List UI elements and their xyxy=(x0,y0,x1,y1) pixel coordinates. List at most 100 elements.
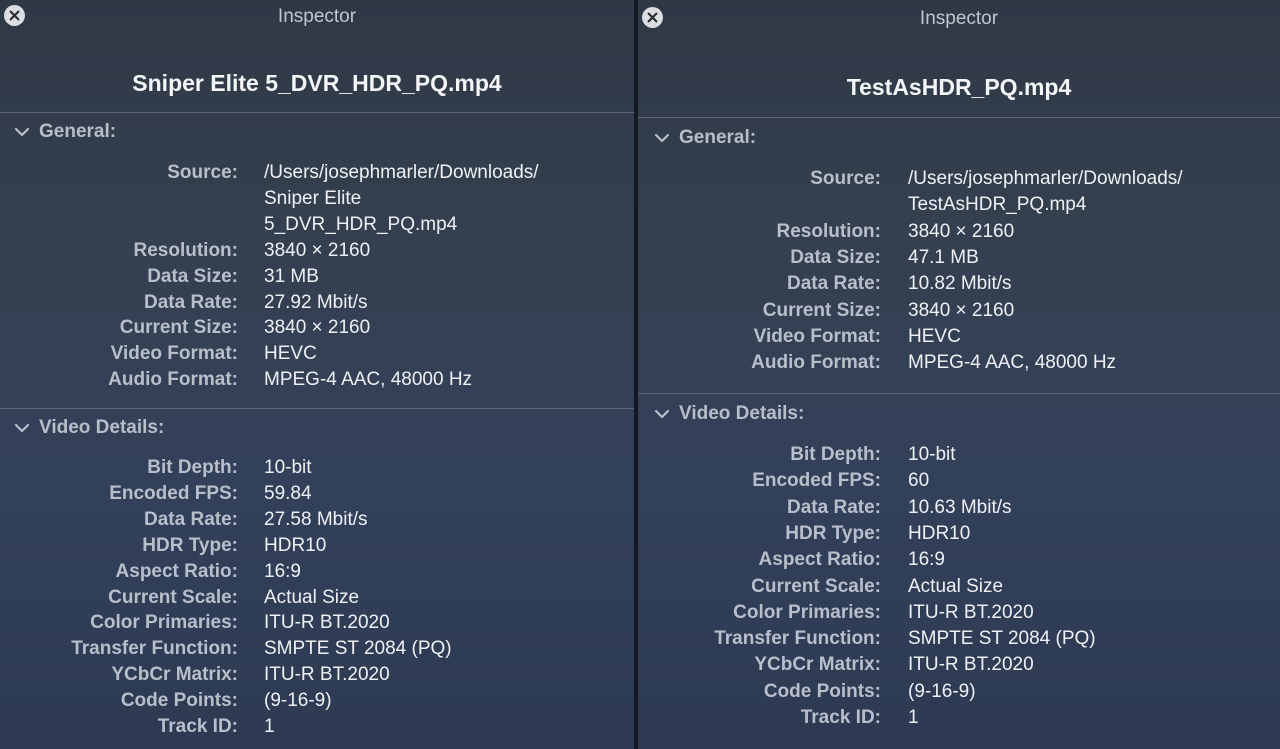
property-label: Data Size: xyxy=(147,265,238,287)
property-value: 10.63 Mbit/s xyxy=(908,496,1012,518)
property-row: Aspect Ratio: 16:9 xyxy=(638,549,1280,575)
property-label: Color Primaries: xyxy=(733,601,881,623)
property-value: 27.92 Mbit/s xyxy=(264,291,368,313)
property-row: Encoded FPS: 60 xyxy=(638,470,1280,496)
property-label: YCbCr Matrix: xyxy=(754,654,881,676)
title-bar: Inspector xyxy=(638,0,1280,34)
property-row: YCbCr Matrix: ITU-R BT.2020 xyxy=(638,654,1280,680)
video-details-heading: Video Details: xyxy=(679,403,805,424)
property-value: Actual Size xyxy=(264,586,360,608)
property-label: Resolution: xyxy=(776,220,882,242)
property-row: Current Scale: Actual Size xyxy=(0,587,634,613)
property-value: ITU-R BT.2020 xyxy=(908,654,1034,676)
property-value: MPEG-4 AAC, 48000 Hz xyxy=(908,352,1117,374)
property-label: Video Format: xyxy=(753,325,881,347)
property-value: 1 xyxy=(908,707,919,728)
property-value: 47.1 MB xyxy=(908,246,979,268)
property-row: Source: /Users/josephmarler/Downloads/ xyxy=(0,162,634,188)
property-row: Aspect Ratio: 16:9 xyxy=(0,561,634,587)
property-row: Transfer Function: SMPTE ST 2084 (PQ) xyxy=(0,638,634,664)
divider xyxy=(638,393,1280,394)
property-label: Encoded FPS: xyxy=(109,482,238,504)
property-value: 5_DVR_HDR_PQ.mp4 xyxy=(264,213,458,235)
property-label: Source: xyxy=(167,162,238,183)
property-value: SMPTE ST 2084 (PQ) xyxy=(908,628,1096,650)
property-value: 1 xyxy=(264,716,275,737)
property-value: 3840 × 2160 xyxy=(908,299,1015,321)
property-row: Resolution: 3840 × 2160 xyxy=(638,221,1280,247)
video-details-section-toggle[interactable]: Video Details: xyxy=(654,403,804,425)
property-label: Data Rate: xyxy=(787,273,881,295)
property-value: ITU-R BT.2020 xyxy=(264,664,390,686)
file-name: TestAsHDR_PQ.mp4 xyxy=(846,74,1072,100)
property-value: Sniper Elite xyxy=(264,187,362,209)
property-row: Source: /Users/josephmarler/Downloads/ xyxy=(638,168,1280,194)
property-row: Video Format: HEVC xyxy=(0,343,634,369)
property-row: Bit Depth: 10-bit xyxy=(638,444,1280,470)
property-label: Current Size: xyxy=(119,317,238,339)
property-value: ITU-R BT.2020 xyxy=(264,612,390,634)
general-heading: General: xyxy=(679,127,757,148)
property-label: Data Rate: xyxy=(144,291,238,313)
property-row: Sniper Elite xyxy=(0,188,634,214)
property-label: Transfer Function: xyxy=(71,638,238,660)
property-label: Data Rate: xyxy=(787,496,881,518)
property-label: HDR Type: xyxy=(142,534,238,556)
chevron-down-icon xyxy=(654,409,670,419)
property-row: YCbCr Matrix: ITU-R BT.2020 xyxy=(0,664,634,690)
property-row: Resolution: 3840 × 2160 xyxy=(0,240,634,266)
property-label: Audio Format: xyxy=(108,369,238,391)
property-label: Color Primaries: xyxy=(90,612,238,634)
general-section-toggle[interactable]: General: xyxy=(14,121,116,143)
property-value: 10.82 Mbit/s xyxy=(908,273,1012,295)
video-details-section-toggle[interactable]: Video Details: xyxy=(14,417,164,439)
divider xyxy=(638,117,1280,118)
property-label: Bit Depth: xyxy=(790,444,881,465)
property-value: 3840 × 2160 xyxy=(908,220,1015,242)
property-label: Data Rate: xyxy=(144,508,238,530)
property-row: Data Rate: 27.58 Mbit/s xyxy=(0,509,634,535)
property-row: Encoded FPS: 59.84 xyxy=(0,483,634,509)
general-heading: General: xyxy=(39,121,117,142)
property-value: SMPTE ST 2084 (PQ) xyxy=(264,638,452,660)
divider xyxy=(0,112,634,113)
property-value: 60 xyxy=(908,470,930,492)
property-label: Source: xyxy=(810,168,881,189)
divider xyxy=(0,408,634,409)
property-row: Track ID: 1 xyxy=(638,707,1280,733)
property-row: Audio Format: MPEG-4 AAC, 48000 Hz xyxy=(638,352,1280,378)
title-bar: Inspector xyxy=(0,0,634,34)
property-value: 31 MB xyxy=(264,265,319,287)
chevron-down-icon xyxy=(14,127,30,137)
property-value: /Users/josephmarler/Downloads/ xyxy=(264,162,539,183)
property-value: 10-bit xyxy=(908,444,956,465)
property-row: Current Size: 3840 × 2160 xyxy=(638,300,1280,326)
property-value: ITU-R BT.2020 xyxy=(908,601,1034,623)
property-value: 27.58 Mbit/s xyxy=(264,508,368,530)
property-value: HEVC xyxy=(264,343,317,365)
property-value: HEVC xyxy=(908,325,961,347)
property-value: Actual Size xyxy=(908,575,1004,597)
property-value: 3840 × 2160 xyxy=(264,239,371,261)
property-value: 10-bit xyxy=(264,457,312,478)
property-row: Current Size: 3840 × 2160 xyxy=(0,317,634,343)
property-row: Data Rate: 10.63 Mbit/s xyxy=(638,497,1280,523)
property-row: Data Size: 31 MB xyxy=(0,266,634,292)
inspector-window-right: Inspector TestAsHDR_PQ.mp4 General: Sour… xyxy=(638,0,1280,749)
property-label: Code Points: xyxy=(763,680,881,702)
property-row: Current Scale: Actual Size xyxy=(638,576,1280,602)
property-value: /Users/josephmarler/Downloads/ xyxy=(908,168,1183,189)
property-row: Audio Format: MPEG-4 AAC, 48000 Hz xyxy=(0,369,634,395)
general-section-toggle[interactable]: General: xyxy=(654,127,756,149)
property-value: HDR10 xyxy=(908,522,971,544)
property-row: Track ID: 1 xyxy=(0,716,634,742)
property-row: Bit Depth: 10-bit xyxy=(0,457,634,483)
property-row: Video Format: HEVC xyxy=(638,326,1280,352)
property-row: Data Rate: 10.82 Mbit/s xyxy=(638,273,1280,299)
video-details-heading: Video Details: xyxy=(39,417,165,438)
property-value: HDR10 xyxy=(264,534,327,556)
property-label: Encoded FPS: xyxy=(752,470,881,492)
property-label: Transfer Function: xyxy=(714,628,881,650)
inspector-window-left: Inspector Sniper Elite 5_DVR_HDR_PQ.mp4 … xyxy=(0,0,634,749)
property-label: Current Scale: xyxy=(751,575,881,597)
